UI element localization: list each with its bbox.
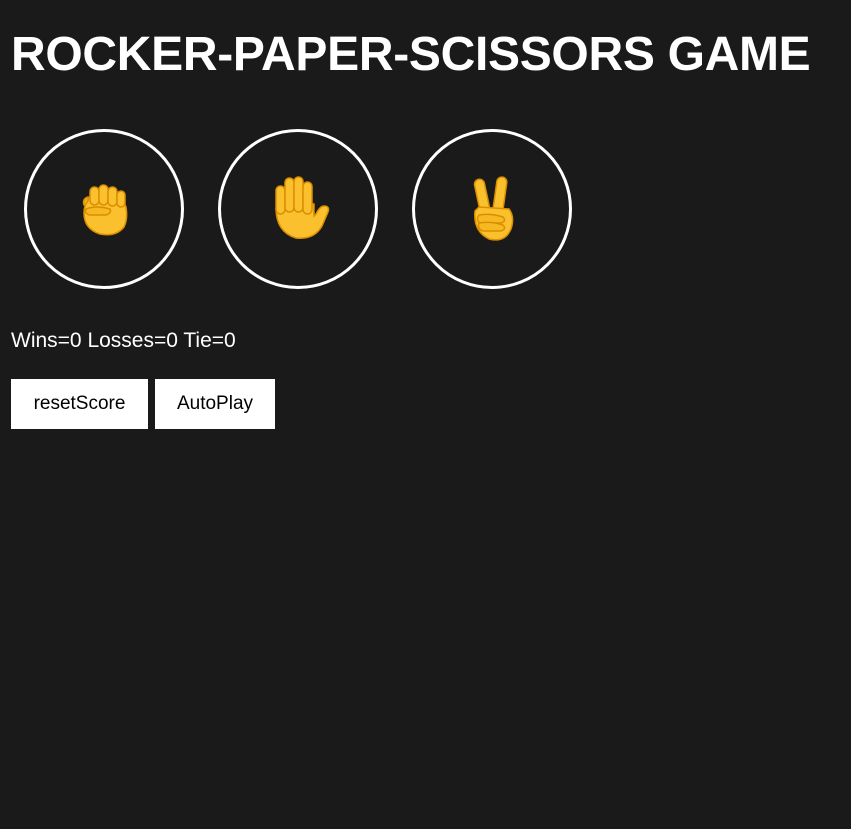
move-buttons [24,129,572,289]
game-page: ROCKER-PAPER-SCISSORS GAME Wins=0 Losses… [0,0,851,829]
raised-hand-icon [275,176,330,239]
victory-hand-icon [473,176,514,241]
raised-fist-icon [82,184,128,236]
autoplay-button[interactable]: AutoPlay [155,379,275,429]
page-title: ROCKER-PAPER-SCISSORS GAME [11,28,811,81]
scissors-button[interactable] [412,129,572,289]
control-buttons: resetScore AutoPlay [11,379,275,429]
reset-score-button[interactable]: resetScore [11,379,148,429]
score-display: Wins=0 Losses=0 Tie=0 [11,329,236,352]
paper-button[interactable] [218,129,378,289]
rock-button[interactable] [24,129,184,289]
